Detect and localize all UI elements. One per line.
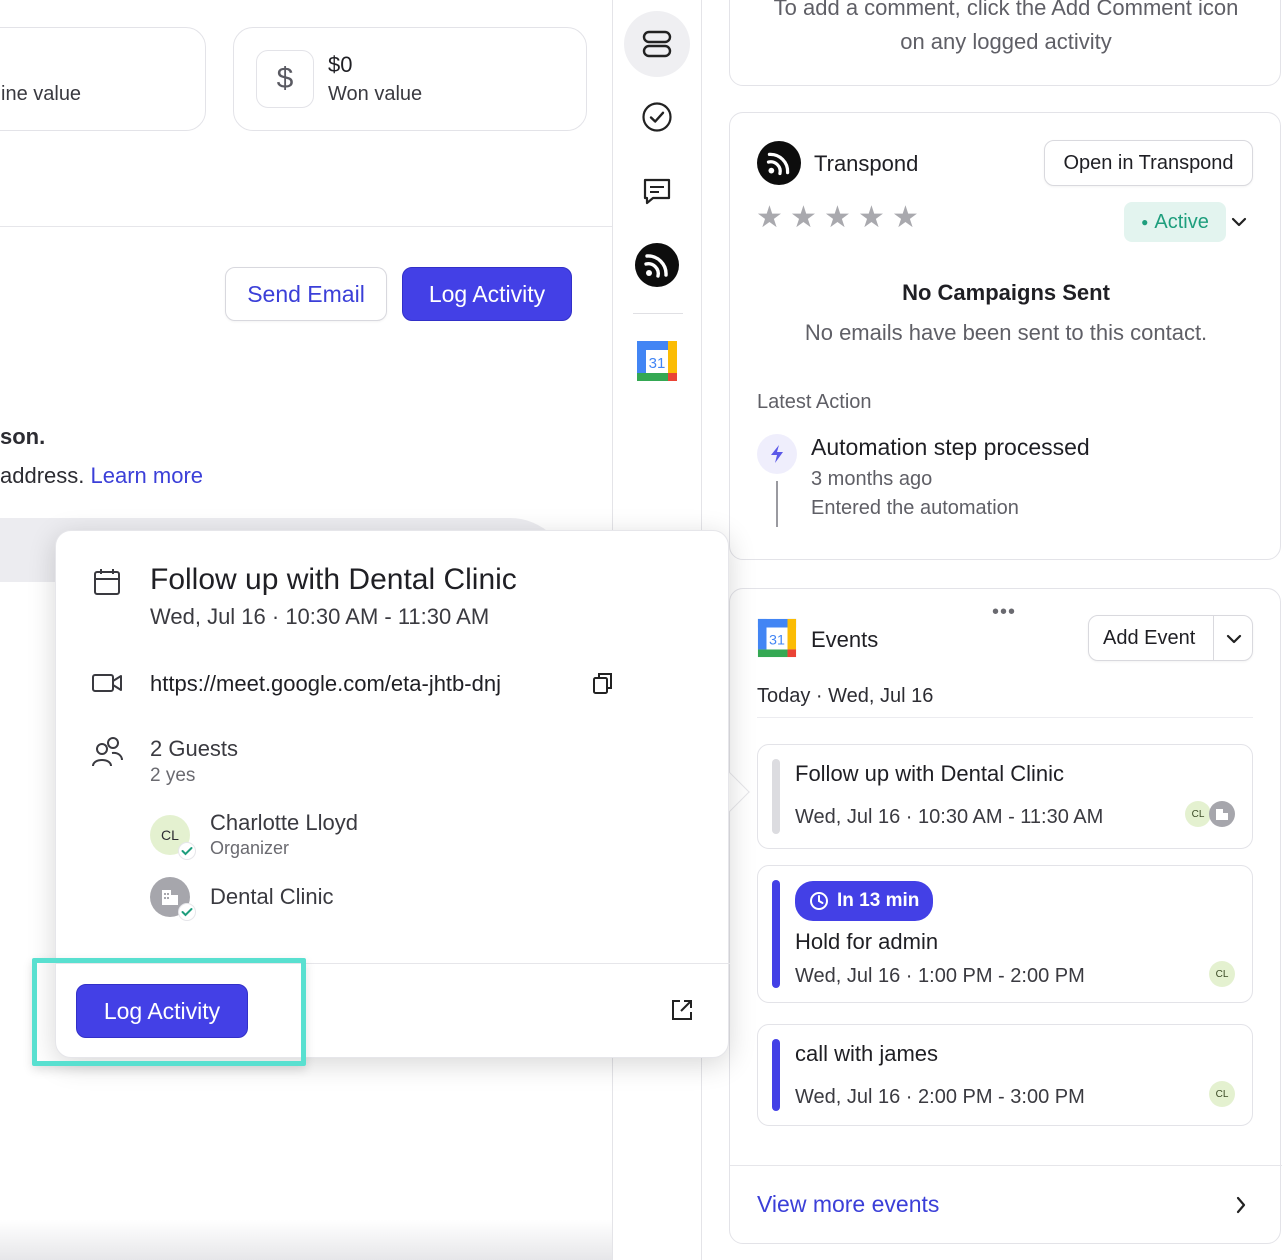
event-color-bar	[772, 880, 780, 988]
info-text: address. Learn more	[0, 463, 203, 489]
won-value: $0	[328, 52, 353, 77]
comment-hint-text: To add a comment, click the Add Comment …	[773, 0, 1239, 54]
view-more-events-link[interactable]: View more events	[757, 1191, 939, 1218]
footer-divider	[730, 1165, 1282, 1166]
transpond-brand-icon	[757, 141, 801, 185]
latest-action-title: Automation step processed	[811, 434, 1090, 460]
stack-icon	[642, 30, 672, 58]
guests-icon	[92, 737, 123, 767]
event-color-bar	[772, 759, 780, 834]
star-icon[interactable]: ★	[756, 203, 783, 233]
chevron-right-icon[interactable]	[1234, 1195, 1248, 1215]
more-options-icon[interactable]: •••	[992, 601, 1016, 624]
copy-icon[interactable]	[592, 671, 614, 695]
transpond-card: Transpond Open in Transpond ★ ★ ★ ★ ★ ● …	[729, 112, 1281, 560]
section-divider	[0, 226, 612, 227]
check-icon	[178, 842, 196, 860]
star-icon[interactable]: ★	[824, 203, 851, 233]
event-title: Follow up with Dental Clinic	[795, 761, 1064, 786]
learn-more-link[interactable]: Learn more	[91, 463, 204, 488]
send-email-button[interactable]: Send Email	[225, 267, 387, 321]
rail-comments-button[interactable]	[624, 158, 690, 224]
check-circle-icon	[642, 102, 672, 132]
event-item[interactable]: Follow up with Dental Clinic Wed, Jul 16…	[757, 744, 1253, 849]
google-calendar-icon: 31	[757, 618, 797, 658]
star-icon[interactable]: ★	[790, 203, 817, 233]
date-divider	[757, 717, 1253, 718]
calendar-day-number: 31	[649, 355, 666, 372]
bottom-fade	[0, 1220, 612, 1260]
rail-layers-button[interactable]	[624, 11, 690, 77]
popover-title: Follow up with Dental Clinic	[150, 563, 517, 596]
star-icon[interactable]: ★	[858, 203, 885, 233]
google-calendar-icon: 31	[637, 341, 677, 381]
building-avatar-icon	[1209, 801, 1235, 827]
events-title: Events	[811, 627, 879, 652]
rail-transpond-button[interactable]	[624, 232, 690, 298]
avatar: CL	[1209, 1081, 1235, 1107]
calendar-icon	[94, 569, 120, 595]
empty-campaigns-title: No Campaigns Sent	[902, 280, 1110, 305]
avatar: CL	[1209, 961, 1235, 987]
event-title: Hold for admin	[795, 929, 939, 954]
event-time: Wed, Jul 16 · 1:00 PM - 2:00 PM	[795, 965, 1085, 987]
external-link-icon[interactable]	[670, 998, 694, 1022]
events-card: ••• 31 Events Add Event Today · Wed, Jul…	[729, 588, 1282, 1244]
add-event-split-button: Add Event	[1088, 615, 1253, 661]
won-value-label: Won value	[328, 83, 423, 105]
add-event-button[interactable]: Add Event	[1103, 627, 1195, 650]
pipeline-value-label: ine value	[1, 83, 82, 105]
dollar-icon: $	[256, 50, 314, 108]
latest-action-time: 3 months ago	[811, 468, 933, 490]
highlight-annotation	[32, 958, 306, 1066]
rail-calendar-button[interactable]: 31	[624, 328, 690, 394]
time-until-label: In 13 min	[837, 890, 920, 911]
info-heading: son.	[0, 424, 46, 449]
chevron-down-icon[interactable]	[1230, 215, 1248, 229]
empty-campaigns-text: No emails have been sent to this contact…	[804, 320, 1208, 345]
info-text-body: address.	[0, 463, 85, 488]
event-color-bar	[772, 1039, 780, 1111]
status-badge[interactable]: ● Active	[1124, 202, 1226, 242]
time-until-badge: In 13 min	[795, 881, 934, 921]
latest-action-detail: Entered the automation	[811, 497, 1019, 519]
calendar-day-number: 31	[769, 633, 785, 649]
status-dot-icon: ●	[1141, 215, 1149, 229]
guest-name: Charlotte Lloyd	[210, 810, 358, 835]
video-camera-icon	[92, 674, 122, 692]
split-divider	[1213, 616, 1214, 660]
star-icon[interactable]: ★	[892, 203, 919, 233]
event-time: Wed, Jul 16 · 2:00 PM - 3:00 PM	[795, 1086, 1085, 1108]
guest-name: Dental Clinic	[210, 884, 334, 909]
rail-separator	[633, 313, 683, 314]
events-date-header: Today · Wed, Jul 16	[757, 685, 934, 707]
event-item[interactable]: In 13 min Hold for admin Wed, Jul 16 · 1…	[757, 865, 1253, 1003]
open-in-transpond-button[interactable]: Open in Transpond	[1044, 140, 1253, 186]
guest-role: Organizer	[210, 838, 290, 858]
transpond-name: Transpond	[814, 151, 919, 176]
check-icon	[178, 903, 196, 921]
event-title: call with james	[795, 1041, 939, 1066]
latest-action-label: Latest Action	[757, 391, 872, 413]
comments-card: To add a comment, click the Add Comment …	[729, 0, 1281, 86]
event-time: Wed, Jul 16 · 10:30 AM - 11:30 AM	[795, 806, 1104, 828]
comment-icon	[643, 178, 671, 205]
avatar: CL	[1185, 801, 1211, 827]
right-panel: To add a comment, click the Add Comment …	[702, 0, 1282, 1260]
rail-tasks-button[interactable]	[624, 84, 690, 150]
event-item[interactable]: call with james Wed, Jul 16 · 2:00 PM - …	[757, 1024, 1253, 1126]
won-value-card: $ $0 Won value	[233, 27, 587, 131]
bolt-icon	[757, 434, 797, 474]
timeline-line	[776, 481, 778, 527]
popover-datetime: Wed, Jul 16 · 10:30 AM - 11:30 AM	[150, 604, 490, 629]
log-activity-button[interactable]: Log Activity	[402, 267, 572, 321]
pipeline-value-card: ine value	[0, 27, 206, 131]
chevron-down-icon[interactable]	[1225, 632, 1243, 646]
guests-rsvp: 2 yes	[150, 765, 196, 786]
status-label: Active	[1154, 210, 1209, 233]
meet-link[interactable]: https://meet.google.com/eta-jhtb-dnj	[150, 671, 501, 697]
guests-count: 2 Guests	[150, 736, 239, 761]
transpond-logo-icon	[635, 243, 679, 287]
clock-icon	[810, 892, 828, 910]
